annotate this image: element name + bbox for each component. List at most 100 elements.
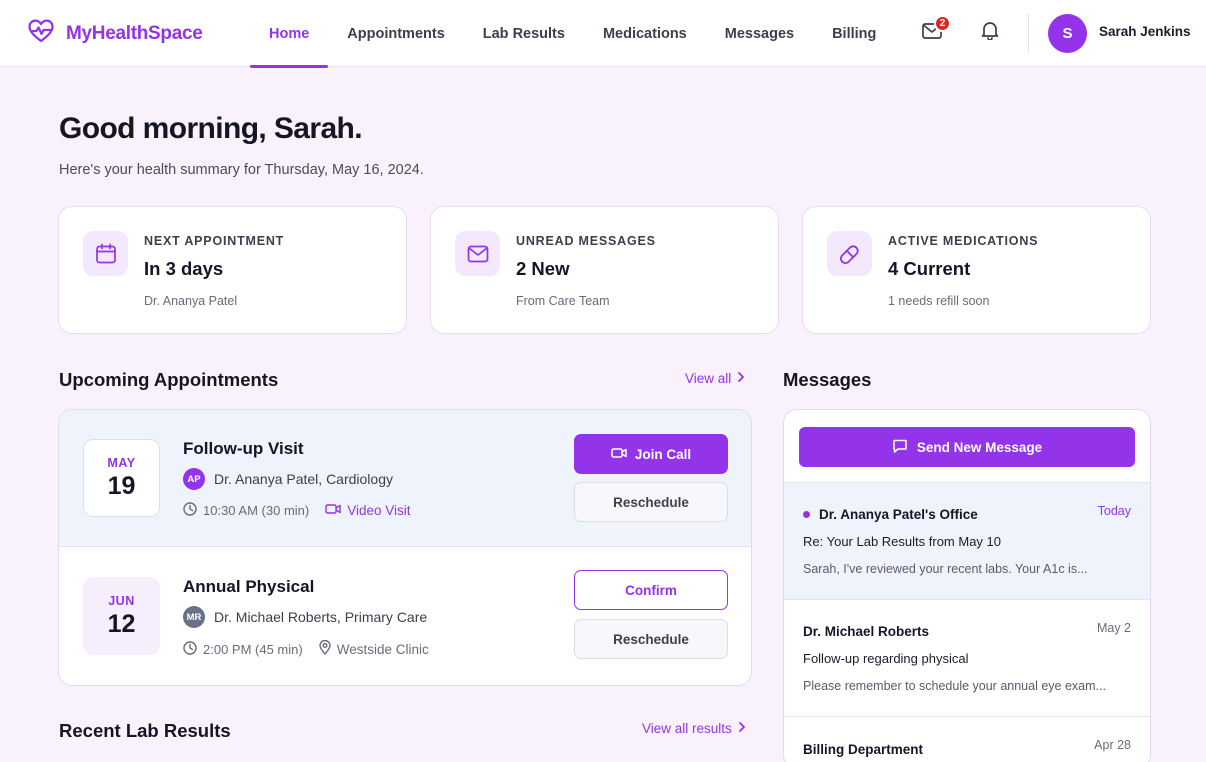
view-all-results-label: View all results: [642, 721, 732, 736]
mail-button[interactable]: 2: [919, 15, 951, 46]
appointment-item[interactable]: MAY 19 Follow-up Visit AP Dr. Ananya Pat…: [59, 410, 751, 547]
message-item[interactable]: Billing Department Apr 28: [784, 716, 1150, 762]
view-all-label: View all: [685, 371, 732, 386]
doctor-name: Dr. Michael Roberts, Primary Care: [214, 609, 428, 625]
bell-icon: [981, 21, 999, 45]
appointment-date: MAY 19: [83, 439, 160, 517]
calendar-icon: [83, 231, 128, 276]
reschedule-button[interactable]: Reschedule: [574, 619, 728, 659]
appointment-month: JUN: [108, 593, 135, 608]
doctor-avatar: MR: [183, 606, 205, 628]
send-new-message-label: Send New Message: [916, 439, 1043, 455]
nav-billing[interactable]: Billing: [813, 0, 895, 67]
appointment-time-text: 2:00 PM (45 min): [203, 641, 303, 657]
message-date: Apr 28: [1094, 738, 1131, 752]
message-sender: Dr. Ananya Patel's Office: [803, 507, 978, 522]
appointment-doctor: MR Dr. Michael Roberts, Primary Care: [183, 606, 427, 628]
stat-subtext: 1 needs refill soon: [888, 294, 990, 308]
mail-icon: [455, 231, 500, 276]
clock-icon: [183, 502, 197, 519]
header-divider: [1028, 14, 1029, 52]
reschedule-button[interactable]: Reschedule: [574, 482, 728, 522]
appointment-day: 19: [107, 471, 136, 500]
app-name: MyHealthSpace: [66, 22, 203, 44]
stat-card-active-medications[interactable]: ACTIVE MEDICATIONS 4 Current 1 needs ref…: [802, 206, 1151, 334]
appointment-title: Follow-up Visit: [183, 439, 304, 458]
doctor-name: Dr. Ananya Patel, Cardiology: [214, 471, 393, 487]
message-date: May 2: [1096, 621, 1131, 635]
stat-card-unread-messages[interactable]: UNREAD MESSAGES 2 New From Care Team: [430, 206, 779, 334]
message-date: Today: [1097, 504, 1131, 518]
main-nav: Home Appointments Lab Results Medication…: [250, 0, 895, 68]
message-subject: Follow-up regarding physical: [803, 651, 969, 666]
appointment-item[interactable]: JUN 12 Annual Physical MR Dr. Michael Ro…: [59, 547, 751, 685]
message-subject: Re: Your Lab Results from May 10: [803, 534, 1001, 549]
appointment-date: JUN 12: [83, 577, 160, 655]
appointments-section-title: Upcoming Appointments: [59, 369, 279, 390]
app-logo[interactable]: MyHealthSpace: [28, 19, 203, 48]
stat-value: In 3 days: [144, 258, 224, 279]
messages-section-title: Messages: [783, 369, 872, 390]
stat-value: 4 Current: [888, 258, 971, 279]
chevron-right-icon: [738, 721, 746, 736]
appointments-view-all-link[interactable]: View all: [685, 371, 745, 386]
confirm-button[interactable]: Confirm: [574, 570, 728, 610]
heart-pulse-icon: [28, 19, 54, 48]
stat-card-next-appointment[interactable]: NEXT APPOINTMENT In 3 days Dr. Ananya Pa…: [58, 206, 407, 334]
stat-subtext: Dr. Ananya Patel: [144, 294, 238, 308]
doctor-avatar: AP: [183, 468, 205, 490]
message-sender: Dr. Michael Roberts: [803, 624, 929, 639]
message-sender: Billing Department: [803, 742, 923, 757]
message-preview: Sarah, I've reviewed your recent labs. Y…: [803, 562, 1088, 576]
send-new-message-button[interactable]: Send New Message: [799, 427, 1135, 467]
appointments-card: MAY 19 Follow-up Visit AP Dr. Ananya Pat…: [58, 409, 752, 686]
stat-subtext: From Care Team: [516, 294, 610, 308]
message-preview: Please remember to schedule your annual …: [803, 679, 1106, 693]
mail-count-badge: 2: [934, 15, 951, 32]
nav-messages[interactable]: Messages: [706, 0, 813, 67]
stat-value: 2 New: [516, 258, 570, 279]
nav-home[interactable]: Home: [250, 0, 329, 68]
appointment-time-text: 10:30 AM (30 min): [203, 503, 310, 518]
stat-label: UNREAD MESSAGES: [516, 234, 656, 248]
appointment-time: 10:30 AM (30 min): [183, 502, 309, 519]
message-item[interactable]: Dr. Ananya Patel's Office Today Re: Your…: [784, 482, 1150, 599]
message-item[interactable]: Dr. Michael Roberts May 2 Follow-up rega…: [784, 599, 1150, 716]
appointment-title: Annual Physical: [183, 577, 315, 596]
appointment-location: Video Visit: [325, 503, 411, 518]
pill-icon: [827, 231, 872, 276]
messages-card: Send New Message Dr. Ananya Patel's Offi…: [783, 409, 1151, 762]
message-sender-name: Dr. Michael Roberts: [803, 624, 930, 639]
map-pin-icon: [319, 639, 331, 658]
appointment-day: 12: [107, 609, 136, 638]
notifications-button[interactable]: [977, 20, 1003, 46]
lab-results-view-all-link[interactable]: View all results: [642, 721, 746, 736]
appointment-location-text: Video Visit: [347, 503, 411, 518]
chat-bubble-icon: [892, 438, 908, 457]
user-name[interactable]: Sarah Jenkins: [1099, 24, 1191, 39]
appointment-meta: 2:00 PM (45 min) Westside Clinic: [183, 639, 445, 658]
join-call-button[interactable]: Join Call: [574, 434, 728, 474]
top-navigation-bar: MyHealthSpace Home Appointments Lab Resu…: [0, 0, 1206, 68]
message-sender-name: Dr. Ananya Patel's Office: [819, 507, 978, 522]
join-call-label: Join Call: [634, 446, 692, 462]
video-icon: [611, 447, 627, 462]
appointment-meta: 10:30 AM (30 min) Video Visit: [183, 502, 427, 519]
appointment-location-text: Westside Clinic: [336, 641, 429, 657]
appointment-location: Westside Clinic: [319, 639, 429, 658]
stat-label: ACTIVE MEDICATIONS: [888, 234, 1039, 248]
unread-indicator: [803, 511, 810, 518]
user-avatar[interactable]: S: [1048, 14, 1087, 53]
appointment-month: MAY: [107, 455, 136, 470]
chevron-right-icon: [737, 371, 745, 386]
nav-medications[interactable]: Medications: [584, 0, 706, 67]
page-greeting: Good morning, Sarah.: [59, 112, 363, 145]
message-sender-name: Billing Department: [803, 742, 924, 757]
appointment-doctor: AP Dr. Ananya Patel, Cardiology: [183, 468, 393, 490]
page-subtitle: Here's your health summary for Thursday,…: [59, 162, 424, 178]
lab-results-section-title: Recent Lab Results: [59, 720, 231, 741]
nav-appointments[interactable]: Appointments: [328, 0, 463, 67]
clock-icon: [183, 640, 197, 658]
appointment-time: 2:00 PM (45 min): [183, 640, 303, 658]
nav-lab-results[interactable]: Lab Results: [464, 0, 584, 67]
